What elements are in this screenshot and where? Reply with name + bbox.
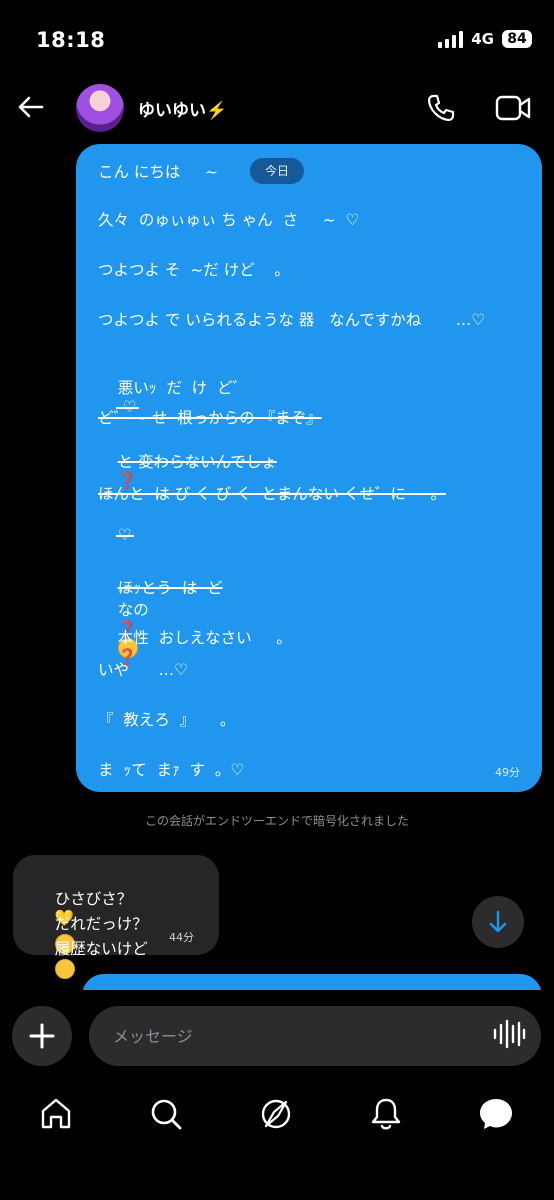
back-button[interactable] (14, 90, 48, 124)
status-indicators: 4G 84 (438, 30, 532, 48)
video-call-button[interactable] (494, 92, 532, 124)
status-bar: 18:18 4G 84 (0, 0, 554, 80)
voice-message-button[interactable] (492, 1019, 526, 1049)
network-type: 4G (471, 30, 494, 48)
struck-message-line: ほんと は び く び く とまんない くせ゛に 。 (98, 485, 446, 503)
message-timestamp: 49分 (495, 766, 520, 779)
message-text: 本性 おしえなさい 。 (117, 629, 292, 647)
arrow-down-icon (489, 910, 507, 933)
signal-icon (438, 30, 464, 48)
message-input[interactable] (89, 1006, 541, 1066)
tab-messages[interactable] (476, 1094, 516, 1134)
back-arrow-icon (18, 96, 44, 118)
scroll-to-bottom-button[interactable] (472, 896, 524, 948)
received-message-bubble[interactable]: ひさびさ？ 💛 だれだっけ？ 履歴ないけど 44分 (13, 855, 219, 979)
plus-icon (29, 1023, 55, 1049)
struck-message-text: ほｯとう は ど (117, 579, 223, 597)
pleading-face-emoji-icon (54, 959, 75, 979)
message-timestamp: 44分 (169, 931, 194, 944)
chat-bubble-icon (480, 1099, 512, 1129)
phone-icon (427, 94, 455, 122)
bottom-tab-bar (0, 1080, 554, 1200)
tab-search[interactable] (146, 1094, 186, 1134)
message-line: 『 教えろ 』 。 (98, 711, 236, 729)
search-icon (151, 1099, 182, 1130)
chat-header: ゆいゆい⚡️ (0, 80, 554, 140)
voice-call-button[interactable] (424, 91, 458, 125)
contact-name[interactable]: ゆいゆい⚡️ (138, 96, 227, 121)
message-line: こん にちは ~ (98, 163, 219, 181)
tab-notifications[interactable] (366, 1094, 406, 1134)
voice-wave-icon (493, 1019, 526, 1049)
video-icon (495, 95, 531, 121)
message-line: いや …♡ (98, 661, 188, 679)
sent-message-bubble[interactable]: こん にちは ~ 今日 久々 のゅぃゅぃ ち ゃん さ ~ ♡ つよつよ そ ~… (76, 144, 542, 792)
message-text: 履歴ないけど (54, 940, 148, 958)
compass-icon (261, 1099, 291, 1129)
struck-heart-line: ♡ (98, 508, 134, 562)
encryption-notice: この会話がエンドツーエンドで暗号化されました (144, 814, 409, 828)
bell-icon (371, 1098, 401, 1130)
struck-heart-icon: ♡ (115, 526, 134, 544)
message-line: 久々 のゅぃゅぃ ち ゃん さ ~ ♡ (98, 211, 360, 229)
message-composer (0, 990, 554, 1080)
status-time: 18:18 (36, 28, 106, 52)
message-line: つよつよ で いられるような 器 なんですかね …♡ (98, 311, 486, 329)
contact-avatar[interactable] (76, 84, 124, 132)
tab-explore[interactable] (256, 1094, 296, 1134)
struck-message-text: と 変わらないんでしょ (117, 453, 277, 471)
struck-message-line: ど゛ ~ せ 根っからの 『まぞ』 (98, 409, 322, 427)
date-pill: 今日 (250, 158, 304, 184)
home-icon (41, 1098, 71, 1129)
battery-indicator: 84 (502, 30, 532, 48)
tab-home[interactable] (36, 1094, 76, 1134)
add-attachment-button[interactable] (12, 1006, 72, 1066)
message-line: つよつよ そ ~だ けど 。 (98, 261, 290, 279)
message-line: ま ｯて まｧ す 。♡ (98, 761, 245, 779)
message-text: 悪いｯ だ け ど゛ (117, 379, 249, 397)
